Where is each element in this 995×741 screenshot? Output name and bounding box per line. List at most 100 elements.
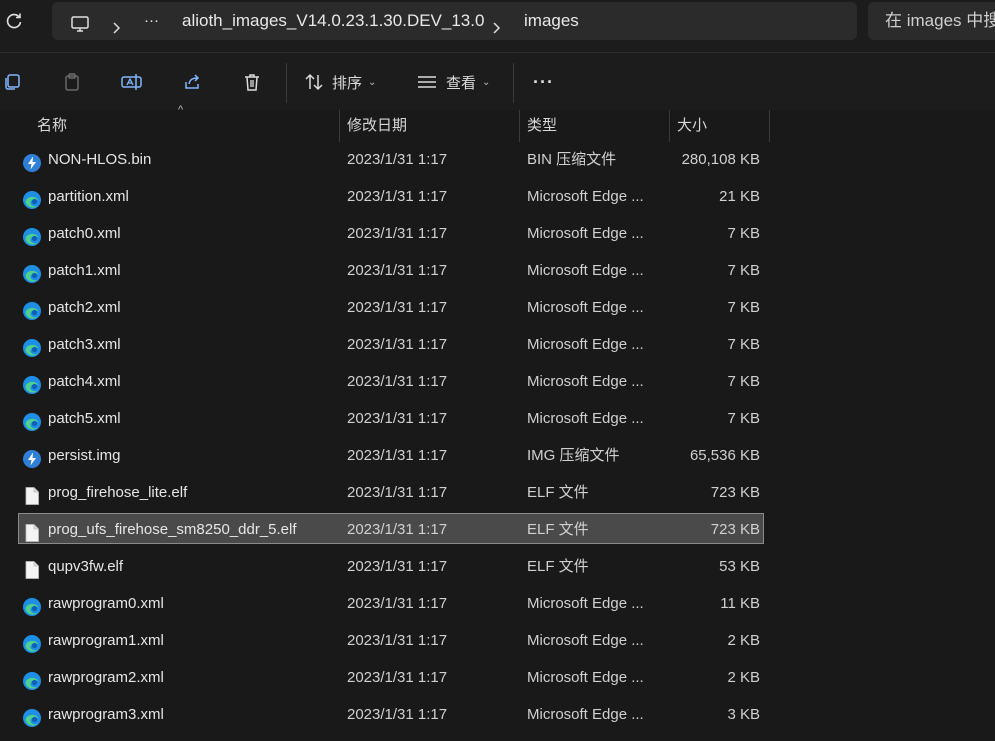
chevron-down-icon: ⌄ (368, 76, 377, 88)
column-divider[interactable] (669, 110, 670, 142)
table-row[interactable]: prog_ufs_firehose_sm8250_ddr_5.elf 2023/1… (0, 511, 995, 548)
breadcrumb[interactable]: ··· alioth_images_V14.0.23.1.30.DEV_13.0… (52, 2, 857, 40)
file-size: 7 KB (727, 373, 760, 390)
column-divider[interactable] (339, 110, 340, 142)
view-label: 查看 (446, 74, 477, 92)
table-row[interactable]: rawprogram3.xml 2023/1/31 1:17 Microsoft E… (0, 696, 995, 733)
column-divider[interactable] (769, 110, 770, 142)
file-size: 7 KB (727, 410, 760, 427)
file-type: ELF 文件 (527, 484, 589, 501)
table-row[interactable]: patch4.xml 2023/1/31 1:17 Microsoft Edge .… (0, 363, 995, 400)
chevron-right-icon[interactable] (112, 13, 122, 34)
delete-button[interactable] (242, 65, 262, 99)
column-divider[interactable] (519, 110, 520, 142)
edge-icon (22, 705, 42, 727)
edge-icon (22, 668, 42, 690)
chevron-right-icon[interactable] (492, 13, 502, 34)
file-type: Microsoft Edge ... (527, 595, 644, 612)
table-row[interactable]: qupv3fw.elf 2023/1/31 1:17 ELF 文件 53 KB (0, 548, 995, 585)
sort-ascending-icon: ^ (178, 104, 184, 116)
file-date: 2023/1/31 1:17 (347, 299, 448, 316)
breadcrumb-item-current[interactable]: images (524, 2, 579, 40)
table-row[interactable]: rawprogram2.xml 2023/1/31 1:17 Microsoft E… (0, 659, 995, 696)
file-type: Microsoft Edge ... (527, 632, 644, 649)
file-name[interactable]: patch2.xml (48, 289, 121, 326)
copy-icon (2, 72, 22, 92)
edge-icon (22, 631, 42, 653)
edge-icon (22, 224, 42, 246)
command-bar: 排序 ⌄ 查看 ⌄ ··· (0, 52, 995, 110)
file-type: BIN 压缩文件 (527, 151, 617, 168)
column-header-date[interactable]: 修改日期 (347, 110, 407, 142)
file-size: 7 KB (727, 299, 760, 316)
file-name[interactable]: patch3.xml (48, 326, 121, 363)
breadcrumb-item-folder[interactable]: alioth_images_V14.0.23.1.30.DEV_13.0 (182, 2, 484, 40)
column-header-name[interactable]: 名称 (37, 110, 67, 142)
file-name[interactable]: prog_firehose_lite.elf (48, 474, 187, 511)
share-button[interactable] (182, 65, 202, 99)
rename-button[interactable] (121, 65, 143, 99)
file-name[interactable]: NON-HLOS.bin (48, 141, 151, 178)
table-row[interactable]: NON-HLOS.bin 2023/1/31 1:17 BIN 压缩文件 280,10… (0, 141, 995, 178)
file-size: 21 KB (719, 188, 760, 205)
paste-button[interactable] (62, 65, 82, 99)
file-name[interactable]: persist.img (48, 437, 121, 474)
table-row[interactable]: partition.xml 2023/1/31 1:17 Microsoft Edg… (0, 178, 995, 215)
column-header-row: ^ 名称 修改日期 类型 大小 (0, 104, 995, 142)
file-name[interactable]: rawprogram2.xml (48, 659, 164, 696)
file-name[interactable]: partition.xml (48, 178, 129, 215)
archive-icon (22, 446, 42, 468)
file-date: 2023/1/31 1:17 (347, 262, 448, 279)
table-row[interactable]: patch5.xml 2023/1/31 1:17 Microsoft Edge .… (0, 400, 995, 437)
column-header-type[interactable]: 类型 (527, 110, 557, 142)
refresh-icon[interactable] (4, 11, 24, 31)
file-name[interactable]: rawprogram1.xml (48, 622, 164, 659)
table-row[interactable]: rawprogram0.xml 2023/1/31 1:17 Microsoft E… (0, 585, 995, 622)
table-row[interactable]: patch3.xml 2023/1/31 1:17 Microsoft Edge .… (0, 326, 995, 363)
table-row[interactable]: prog_firehose_lite.elf 2023/1/31 1:17 ELF … (0, 474, 995, 511)
file-type: Microsoft Edge ... (527, 706, 644, 723)
column-header-size[interactable]: 大小 (677, 110, 707, 142)
edge-icon (22, 298, 42, 320)
file-icon (22, 520, 42, 542)
breadcrumb-overflow[interactable]: ··· (144, 2, 159, 40)
table-row[interactable]: persist.img 2023/1/31 1:17 IMG 压缩文件 65,536 … (0, 437, 995, 474)
file-date: 2023/1/31 1:17 (347, 669, 448, 686)
file-size: 7 KB (727, 225, 760, 242)
file-type: Microsoft Edge ... (527, 336, 644, 353)
table-row[interactable]: rawprogram1.xml 2023/1/31 1:17 Microsoft E… (0, 622, 995, 659)
table-row[interactable]: patch1.xml 2023/1/31 1:17 Microsoft Edge .… (0, 252, 995, 289)
view-button[interactable]: 查看 ⌄ (416, 65, 490, 99)
toolbar-divider (513, 63, 514, 103)
file-name[interactable]: rawprogram0.xml (48, 585, 164, 622)
edge-icon (22, 409, 42, 431)
share-icon (182, 72, 202, 92)
file-name[interactable]: patch5.xml (48, 400, 121, 437)
copy-button[interactable] (2, 65, 22, 99)
table-row[interactable]: patch2.xml 2023/1/31 1:17 Microsoft Edge .… (0, 289, 995, 326)
file-size: 53 KB (719, 558, 760, 575)
file-name[interactable]: qupv3fw.elf (48, 548, 123, 585)
more-options-button[interactable]: ··· (533, 65, 554, 99)
file-type: IMG 压缩文件 (527, 447, 620, 464)
file-date: 2023/1/31 1:17 (347, 595, 448, 612)
file-date: 2023/1/31 1:17 (347, 447, 448, 464)
file-date: 2023/1/31 1:17 (347, 225, 448, 242)
view-icon (416, 72, 438, 92)
pc-icon[interactable] (70, 11, 90, 32)
file-name[interactable]: rawprogram3.xml (48, 696, 164, 733)
table-row[interactable]: patch0.xml 2023/1/31 1:17 Microsoft Edge .… (0, 215, 995, 252)
file-icon (22, 557, 42, 579)
file-date: 2023/1/31 1:17 (347, 484, 448, 501)
file-name[interactable]: prog_ufs_firehose_sm8250_ddr_5.elf (48, 511, 297, 548)
file-date: 2023/1/31 1:17 (347, 151, 448, 168)
edge-icon (22, 261, 42, 283)
file-date: 2023/1/31 1:17 (347, 188, 448, 205)
sort-button[interactable]: 排序 ⌄ (304, 65, 376, 99)
file-size: 65,536 KB (689, 447, 760, 464)
search-input[interactable]: 在 images 中搜索 (868, 2, 995, 40)
file-name[interactable]: patch1.xml (48, 252, 121, 289)
file-name[interactable]: patch4.xml (48, 363, 121, 400)
file-name[interactable]: patch0.xml (48, 215, 121, 252)
file-size: 11 KB (720, 595, 760, 612)
